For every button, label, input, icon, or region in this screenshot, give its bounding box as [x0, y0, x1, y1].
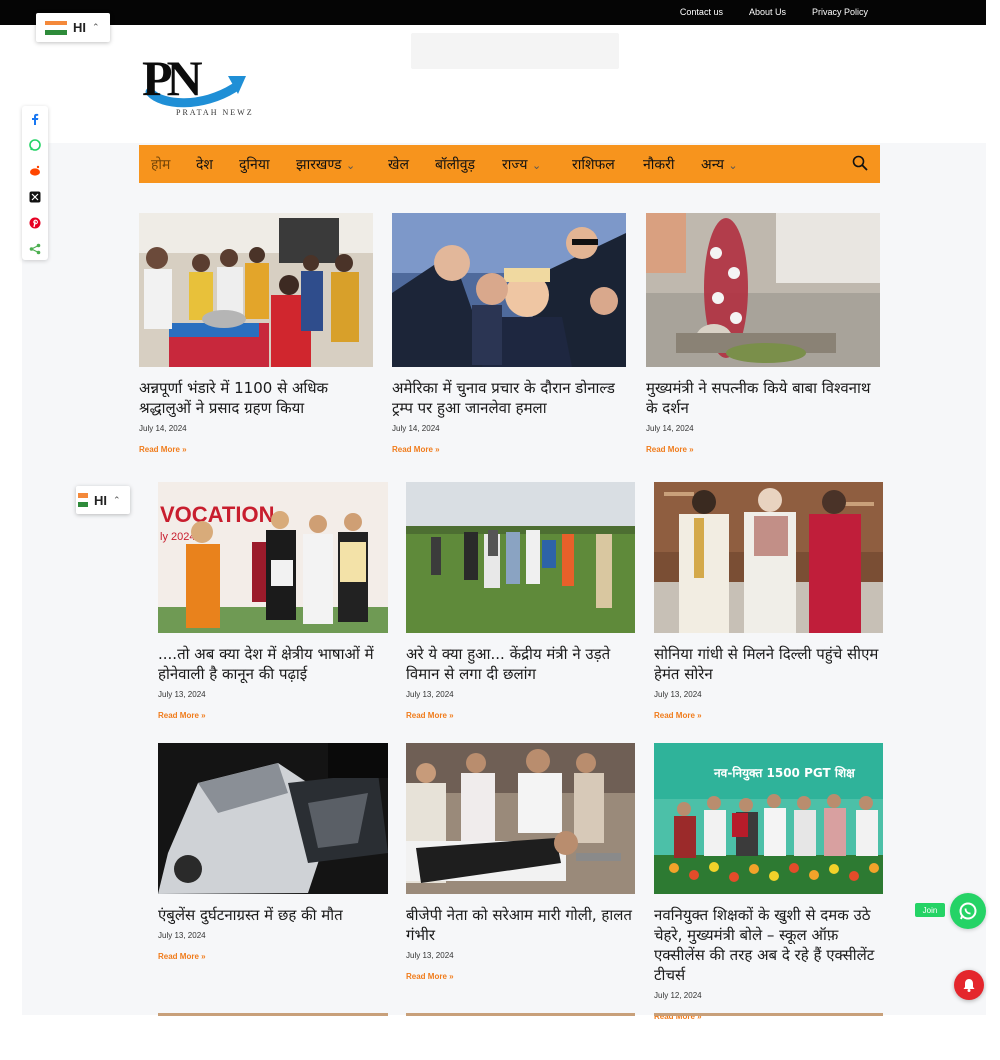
chevron-down-icon: ⌄	[728, 159, 738, 172]
article-image-peek	[158, 1013, 388, 1016]
article-card: अमेरिका में चुनाव प्रचार के दौरान डोनाल्…	[392, 213, 626, 454]
banner-text: नव-नियुक्त 1500 PGT शिक्ष	[713, 766, 856, 781]
article-image[interactable]	[406, 482, 635, 633]
read-more-link[interactable]: Read More »	[392, 445, 626, 454]
article-card: एंबुलेंस दुर्घटनाग्रस्त में छह की मौत Ju…	[158, 743, 388, 961]
ad-placeholder	[411, 33, 619, 69]
article-title[interactable]: अरे ये क्या हुआ... केंद्रीय मंत्री ने उड…	[406, 644, 635, 684]
article-image-peek	[654, 1013, 883, 1016]
india-flag-icon	[45, 20, 67, 35]
read-more-link[interactable]: Read More »	[406, 711, 635, 720]
chevron-up-icon: ⌃	[113, 494, 121, 505]
nav-item-jharkhand[interactable]: झारखण्ड ⌄	[296, 155, 355, 174]
social-share-bar	[22, 106, 48, 260]
article-date: July 14, 2024	[392, 424, 440, 433]
logo-tagline: PRATAH NEWZ	[176, 108, 254, 117]
article-card: मुख्यमंत्री ने सपत्नीक किये बाबा विश्वना…	[646, 213, 880, 454]
language-code: HI	[73, 20, 86, 35]
article-image[interactable]	[158, 743, 388, 894]
article-card: नव-नियुक्त 1500 PGT शिक्ष नवनियुक्त शिक्…	[654, 743, 883, 1021]
nav-item-rajya[interactable]: राज्य ⌄	[502, 155, 541, 174]
article-date: July 14, 2024	[646, 424, 694, 433]
article-title[interactable]: अमेरिका में चुनाव प्रचार के दौरान डोनाल्…	[392, 378, 626, 418]
article-title[interactable]: एंबुलेंस दुर्घटनाग्रस्त में छह की मौत	[158, 905, 388, 925]
article-date: July 13, 2024	[158, 931, 206, 940]
contact-us-link[interactable]: Contact us	[680, 7, 723, 17]
nav-item-label: अन्य	[701, 157, 724, 173]
article-image[interactable]	[654, 482, 883, 633]
banner-year: ly 2024	[160, 531, 195, 543]
reddit-icon[interactable]	[22, 158, 48, 184]
chevron-up-icon: ⌃	[92, 22, 100, 32]
read-more-link[interactable]: Read More »	[158, 711, 388, 720]
notification-bell-icon[interactable]	[954, 970, 984, 1000]
article-date: July 13, 2024	[654, 690, 702, 699]
site-logo[interactable]: PN PRATAH NEWZ	[142, 52, 258, 120]
logo-initials: PN	[142, 50, 203, 106]
read-more-link[interactable]: Read More »	[406, 972, 635, 981]
nav-item-bollywood[interactable]: बॉलीवुड़	[435, 155, 475, 174]
article-date: July 12, 2024	[654, 991, 702, 1000]
article-image[interactable]	[406, 743, 635, 894]
india-flag-icon	[78, 493, 88, 507]
chevron-down-icon: ⌄	[531, 159, 542, 172]
language-code: HI	[94, 492, 107, 508]
x-icon[interactable]	[22, 184, 48, 210]
privacy-policy-link[interactable]: Privacy Policy	[812, 7, 868, 17]
about-us-link[interactable]: About Us	[749, 7, 786, 17]
share-icon[interactable]	[22, 236, 48, 262]
article-card: अरे ये क्या हुआ... केंद्रीय मंत्री ने उड…	[406, 482, 635, 720]
read-more-link[interactable]: Read More »	[654, 711, 883, 720]
article-image[interactable]: VOCATION ly 2024	[158, 482, 388, 633]
article-date: July 14, 2024	[139, 424, 187, 433]
article-title[interactable]: मुख्यमंत्री ने सपत्नीक किये बाबा विश्वना…	[646, 378, 880, 418]
nav-item-home[interactable]: होम	[151, 155, 170, 174]
article-image[interactable]: नव-नियुक्त 1500 PGT शिक्ष	[654, 743, 883, 894]
article-card: सोनिया गांधी से मिलने दिल्ली पहुंचे सीएम…	[654, 482, 883, 720]
article-date: July 13, 2024	[406, 690, 454, 699]
article-card: बीजेपी नेता को सरेआम मारी गोली, हालत गंभ…	[406, 743, 635, 981]
article-title[interactable]: ....तो अब क्या देश में क्षेत्रीय भाषाओं …	[158, 644, 388, 684]
article-date: July 13, 2024	[406, 951, 454, 960]
article-card: अन्नपूर्णा भंडारे में 1100 से अधिक श्रद्…	[139, 213, 373, 454]
article-title[interactable]: सोनिया गांधी से मिलने दिल्ली पहुंचे सीएम…	[654, 644, 883, 684]
language-switcher[interactable]: HI ⌃	[76, 486, 130, 514]
article-card: VOCATION ly 2024 ....तो अब क्या देश में …	[158, 482, 388, 720]
nav-item-label: झारखण्ड	[296, 157, 342, 173]
nav-item-duniya[interactable]: दुनिया	[239, 155, 270, 174]
nav-item-khel[interactable]: खेल	[388, 155, 409, 174]
chevron-down-icon: ⌄	[345, 159, 356, 172]
nav-item-anya[interactable]: अन्य ⌄	[701, 155, 738, 174]
read-more-link[interactable]: Read More »	[158, 952, 388, 961]
whatsapp-icon[interactable]	[22, 132, 48, 158]
nav-item-naukri[interactable]: नौकरी	[643, 155, 675, 174]
article-image[interactable]	[139, 213, 373, 367]
read-more-link[interactable]: Read More »	[646, 445, 880, 454]
nav-item-rashifal[interactable]: राशिफल	[572, 155, 615, 174]
whatsapp-join-label[interactable]: Join	[915, 903, 945, 917]
facebook-icon[interactable]	[22, 106, 48, 132]
main-navigation: होम देश दुनिया झारखण्ड ⌄ खेल बॉलीवुड़ रा…	[139, 145, 880, 183]
pinterest-icon[interactable]	[22, 210, 48, 236]
article-title[interactable]: बीजेपी नेता को सरेआम मारी गोली, हालत गंभ…	[406, 905, 635, 945]
language-switcher[interactable]: HI ⌃	[36, 13, 110, 42]
article-image[interactable]	[646, 213, 880, 367]
nav-item-label: राज्य	[502, 157, 528, 173]
top-links: Contact us About Us Privacy Policy	[680, 7, 868, 17]
nav-item-desh[interactable]: देश	[196, 155, 213, 174]
article-image-peek	[406, 1013, 635, 1016]
whatsapp-icon[interactable]	[950, 893, 986, 929]
banner-text: VOCATION	[160, 502, 274, 527]
read-more-link[interactable]: Read More »	[139, 445, 373, 454]
search-icon[interactable]	[852, 155, 868, 171]
article-title[interactable]: नवनियुक्त शिक्षकों के खुशी से दमक उठे चे…	[654, 905, 883, 985]
top-bar: Contact us About Us Privacy Policy	[0, 0, 986, 25]
article-image[interactable]	[392, 213, 626, 367]
article-date: July 13, 2024	[158, 690, 206, 699]
article-title[interactable]: अन्नपूर्णा भंडारे में 1100 से अधिक श्रद्…	[139, 378, 373, 418]
